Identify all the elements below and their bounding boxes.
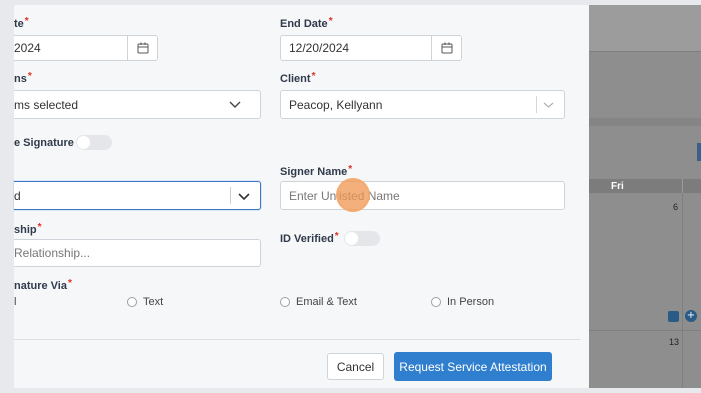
radio-option-text[interactable]: Text <box>127 296 163 308</box>
chevron-down-icon[interactable] <box>543 100 554 109</box>
signature-toggle[interactable] <box>76 135 112 150</box>
end-date-calendar-button[interactable] <box>431 35 462 61</box>
signer-type-select[interactable]: d <box>14 181 261 210</box>
start-date-calendar-button[interactable] <box>127 35 158 61</box>
id-verified-label: ID Verified* <box>280 231 339 245</box>
end-date-label: End Date* <box>280 16 333 30</box>
start-date-label: te* <box>14 16 29 30</box>
plus-circle-icon[interactable]: + <box>685 310 697 322</box>
click-indicator <box>336 178 370 212</box>
radio-circle-icon <box>127 297 137 307</box>
radio-option-email-text[interactable]: Email & Text <box>280 296 357 308</box>
signer-name-label: Signer Name* <box>280 164 353 178</box>
relationship-label: ship* <box>14 222 42 236</box>
items-label: ns* <box>14 71 32 85</box>
relationship-input[interactable]: Relationship... <box>14 239 261 267</box>
chevron-down-icon[interactable] <box>229 99 241 109</box>
signature-via-label: nature Via* <box>14 278 72 292</box>
signature-label: e Signature <box>14 137 74 149</box>
radio-circle-icon <box>431 297 441 307</box>
radio-option[interactable]: l <box>14 296 16 308</box>
client-label: Client* <box>280 71 316 85</box>
calendar-day-number[interactable]: 13 <box>669 337 679 347</box>
client-select[interactable]: Peacop, Kellyann <box>280 90 565 119</box>
calendar-top-bar <box>589 5 701 51</box>
signer-name-input[interactable]: Enter Unlisted Name <box>280 181 565 210</box>
folder-icon[interactable] <box>668 311 679 322</box>
chevron-down-icon[interactable] <box>238 191 250 201</box>
end-date-input[interactable]: 12/20/2024 <box>280 35 432 61</box>
calendar-icon <box>137 42 148 54</box>
calendar-day-number[interactable]: 6 <box>673 202 678 212</box>
calendar-day-header: Fri <box>589 179 682 193</box>
calendar-nav-button[interactable] <box>697 143 701 161</box>
id-verified-toggle[interactable] <box>344 231 380 246</box>
radio-circle-icon <box>280 297 290 307</box>
calendar-icon <box>441 42 452 54</box>
radio-option-in-person[interactable]: In Person <box>431 296 494 308</box>
footer-divider <box>14 339 580 340</box>
items-multiselect[interactable]: ms selected <box>14 90 261 119</box>
request-attestation-button[interactable]: Request Service Attestation <box>394 352 552 381</box>
start-date-input[interactable]: 2024 <box>14 35 128 61</box>
cancel-button[interactable]: Cancel <box>327 353 384 380</box>
